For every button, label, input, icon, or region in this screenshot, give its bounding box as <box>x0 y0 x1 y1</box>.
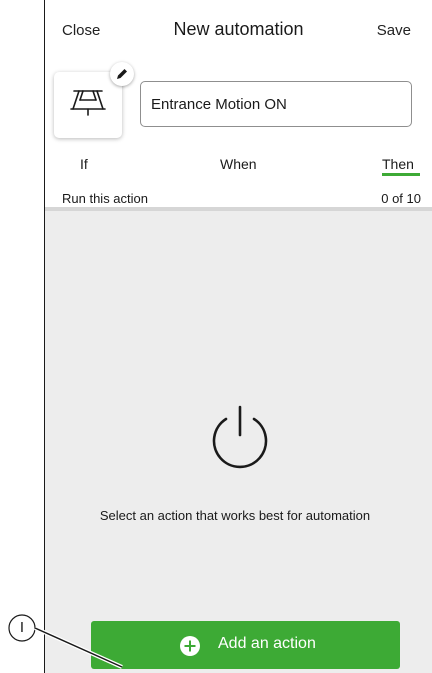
ceiling-lamp-icon <box>70 90 106 116</box>
callout-label: I <box>19 619 25 636</box>
edit-icon-button[interactable] <box>110 62 134 86</box>
power-icon <box>212 405 268 469</box>
tab-if[interactable]: If <box>80 156 88 172</box>
actions-empty-state: Select an action that works best for aut… <box>45 207 432 673</box>
automation-screen: Close New automation Save If When Then <box>44 0 432 673</box>
plus-circle-icon <box>180 636 200 656</box>
section-label: Run this action <box>62 191 148 206</box>
automation-icon-picker[interactable] <box>54 72 122 138</box>
action-count: 0 of 10 <box>381 191 421 206</box>
save-button[interactable]: Save <box>377 22 411 39</box>
add-action-button[interactable]: Add an action <box>91 621 400 669</box>
actions-section-header: Run this action 0 of 10 <box>45 185 432 207</box>
tab-then[interactable]: Then <box>382 156 414 172</box>
page-title: New automation <box>173 19 304 39</box>
header: Close New automation Save <box>45 0 432 60</box>
empty-state-message: Select an action that works best for aut… <box>99 508 371 523</box>
tab-when[interactable]: When <box>220 156 257 172</box>
pencil-icon <box>117 69 127 79</box>
add-action-label: Add an action <box>218 635 316 652</box>
active-tab-indicator <box>382 173 420 176</box>
condition-tabs: If When Then <box>45 150 432 180</box>
automation-name-input[interactable] <box>140 81 412 127</box>
